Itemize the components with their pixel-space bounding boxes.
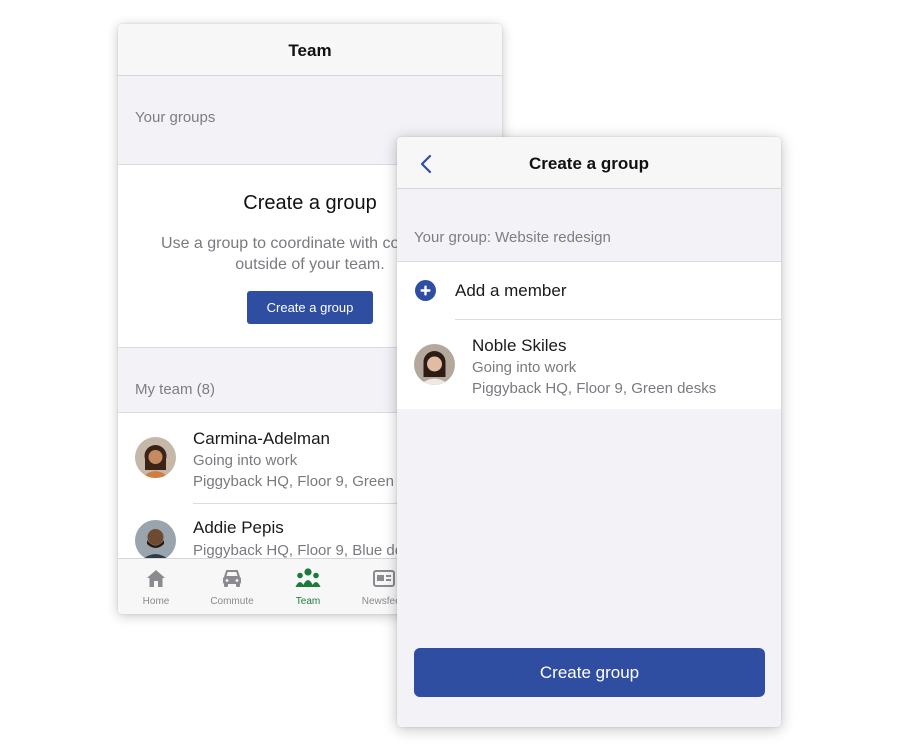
add-member-label: Add a member: [455, 281, 567, 300]
member-status: Going into work: [193, 452, 298, 469]
create-group-button[interactable]: Create a group: [247, 291, 373, 324]
your-groups-header: Your groups: [118, 76, 502, 140]
create-group-navbar: Create a group: [397, 137, 781, 189]
create-group-screen: Create a group Your group: Website redes…: [397, 137, 781, 727]
member-name: Carmina-Adelman: [193, 429, 330, 448]
car-icon: [221, 567, 243, 589]
member-name: Noble Skiles: [472, 336, 567, 355]
member-status: Going into work: [472, 359, 577, 376]
group-member-list: Add a member Noble Skiles Going into wor…: [397, 261, 781, 409]
member-location: Piggyback HQ, Floor 9, Blue desks: [193, 542, 426, 559]
add-circle-icon: [415, 280, 436, 301]
team-icon: [295, 567, 321, 589]
create-group-submit-button[interactable]: Create group: [414, 648, 765, 697]
member-location: Piggyback HQ, Floor 9, Green desks: [472, 380, 717, 397]
team-navbar: Team: [118, 24, 502, 76]
add-member-button[interactable]: Add a member: [397, 262, 781, 319]
avatar: [135, 437, 176, 478]
avatar: [414, 344, 455, 385]
page-title: Create a group: [529, 154, 649, 173]
stage: Team Your groups Create a group Use a gr…: [0, 0, 900, 750]
page-title: Team: [288, 41, 332, 60]
newsfeed-icon: [373, 567, 395, 589]
list-item[interactable]: Noble Skiles Going into work Piggyback H…: [397, 320, 781, 409]
avatar: [135, 520, 176, 561]
tab-team[interactable]: Team: [270, 559, 346, 614]
group-name-header: Your group: Website redesign: [397, 189, 781, 261]
tab-home[interactable]: Home: [118, 559, 194, 614]
member-name: Addie Pepis: [193, 518, 284, 537]
chevron-left-icon[interactable]: [417, 153, 437, 175]
home-icon: [145, 567, 167, 589]
tab-commute[interactable]: Commute: [194, 559, 270, 614]
